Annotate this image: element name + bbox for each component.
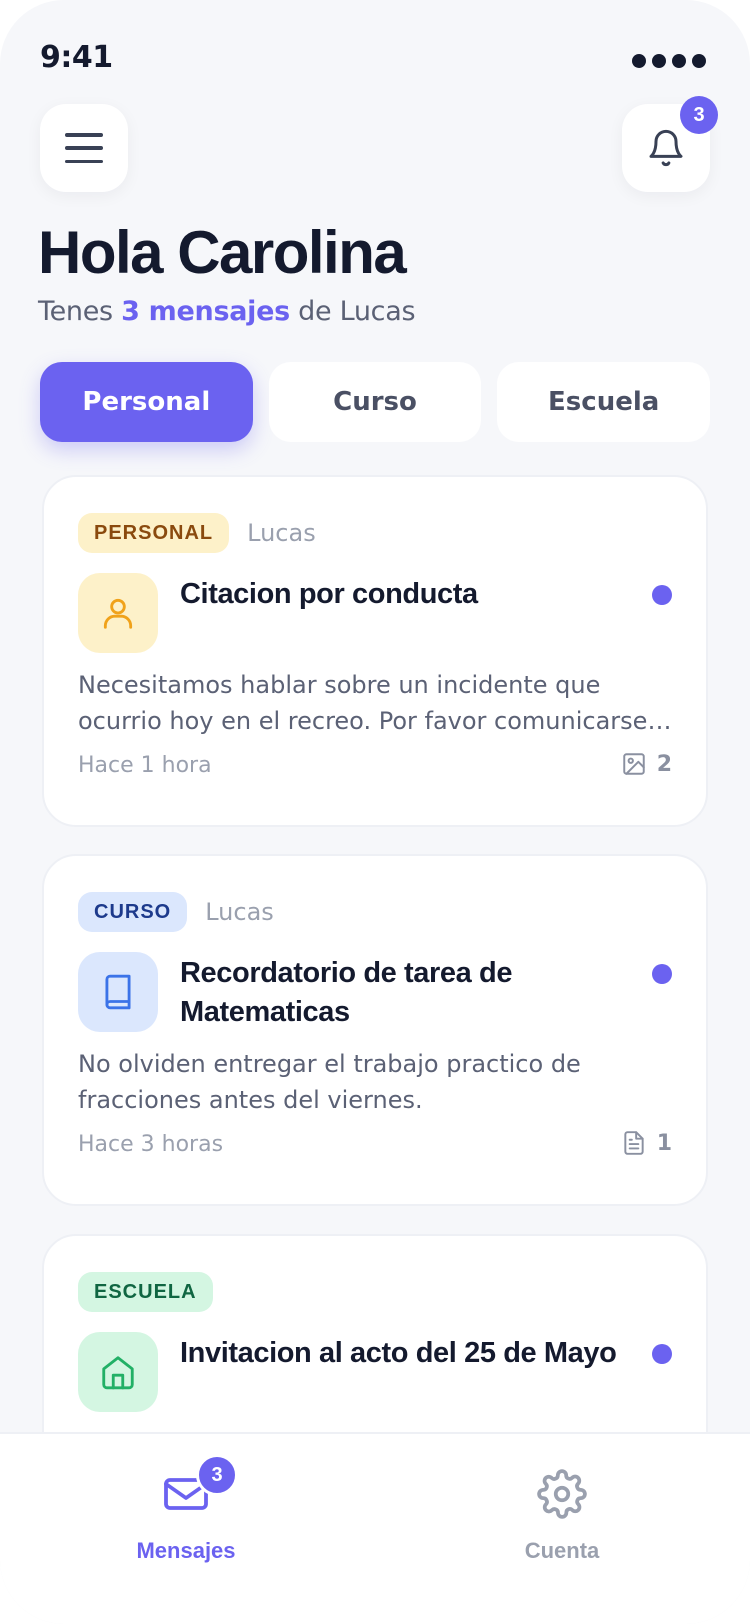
nav-messages-icon-wrap: 3 [156, 1454, 238, 1524]
nav-account-label: Cuenta [524, 1538, 600, 1563]
category-chip: CURSO [78, 892, 188, 932]
message-card[interactable]: PERSONAL Lucas Citacion por conducta Nec… [42, 475, 708, 827]
message-title: Recordatorio de tarea de Matematicas [180, 957, 513, 1028]
page-title: Hola Carolina [38, 219, 407, 286]
status-time: 9:41 [40, 40, 113, 75]
card-meta: PERSONAL Lucas [78, 513, 316, 553]
status-bar: 9:41 [0, 0, 750, 110]
nav-messages[interactable]: 3 Mensajes [96, 1454, 276, 1564]
book-icon [105, 974, 131, 1010]
message-title: Citacion por conducta [180, 578, 478, 610]
category-icon-tile [78, 573, 158, 653]
nav-messages-label: Mensajes [136, 1538, 236, 1563]
message-card[interactable]: CURSO Lucas Recordatorio de tarea de Mat… [42, 854, 708, 1206]
sender-name: Lucas [205, 898, 274, 926]
unread-indicator [652, 964, 672, 984]
category-icon-tile [78, 952, 158, 1032]
message-time: Hace 3 horas [78, 1132, 224, 1157]
sender-name: Lucas [247, 519, 316, 547]
category-chip: PERSONAL [78, 513, 230, 553]
category-tabs: Personal Curso Escuela [40, 362, 711, 442]
card-meta: ESCUELA [78, 1272, 213, 1312]
nav-account-icon-wrap [532, 1464, 592, 1524]
message-preview: Necesitamos hablar sobre un incidente qu… [78, 671, 648, 735]
user-icon [103, 598, 133, 629]
message-title: Invitacion al acto del 25 de Mayo [180, 1337, 617, 1369]
gear-icon [537, 1469, 587, 1519]
attachment-count-value: 2 [656, 751, 672, 777]
category-chip: ESCUELA [78, 1272, 213, 1312]
subtitle-prefix: Tenes [38, 296, 122, 327]
card-meta: CURSO Lucas [78, 892, 274, 932]
tab-curso[interactable]: Curso [268, 362, 482, 442]
notification-badge: 3 [680, 96, 718, 134]
attachment-count: 1 [621, 1130, 672, 1156]
menu-button[interactable] [40, 104, 128, 192]
messages-badge: 3 [196, 1454, 238, 1496]
page-subtitle: Tenes 3 mensajes de Lucas [38, 296, 416, 327]
message-count-link: 3 mensajes [121, 296, 290, 327]
attachment-count: 2 [621, 751, 672, 777]
bell-icon [649, 129, 683, 167]
image-icon [622, 753, 645, 775]
message-preview: No olviden entregar el trabajo practico … [78, 1050, 581, 1114]
unread-indicator [652, 1344, 672, 1364]
unread-indicator [652, 585, 672, 605]
app-screen: 9:41 3 Hola Carolina Tenes 3 mensajes de… [0, 0, 750, 1624]
subtitle-suffix: de Lucas [289, 296, 416, 327]
message-time: Hace 1 hora [78, 753, 212, 778]
attachment-count-value: 1 [656, 1130, 672, 1156]
hamburger-icon [65, 133, 103, 163]
document-icon [624, 1131, 644, 1155]
tab-personal[interactable]: Personal [40, 362, 253, 442]
nav-account[interactable]: Cuenta [472, 1464, 652, 1564]
category-icon-tile [78, 1332, 158, 1412]
school-icon [102, 1356, 134, 1390]
notifications-button[interactable]: 3 [622, 96, 718, 192]
signal-icon [632, 54, 706, 68]
bottom-navigation: 3 Mensajes Cuenta [0, 1432, 750, 1624]
tab-escuela[interactable]: Escuela [497, 362, 711, 442]
